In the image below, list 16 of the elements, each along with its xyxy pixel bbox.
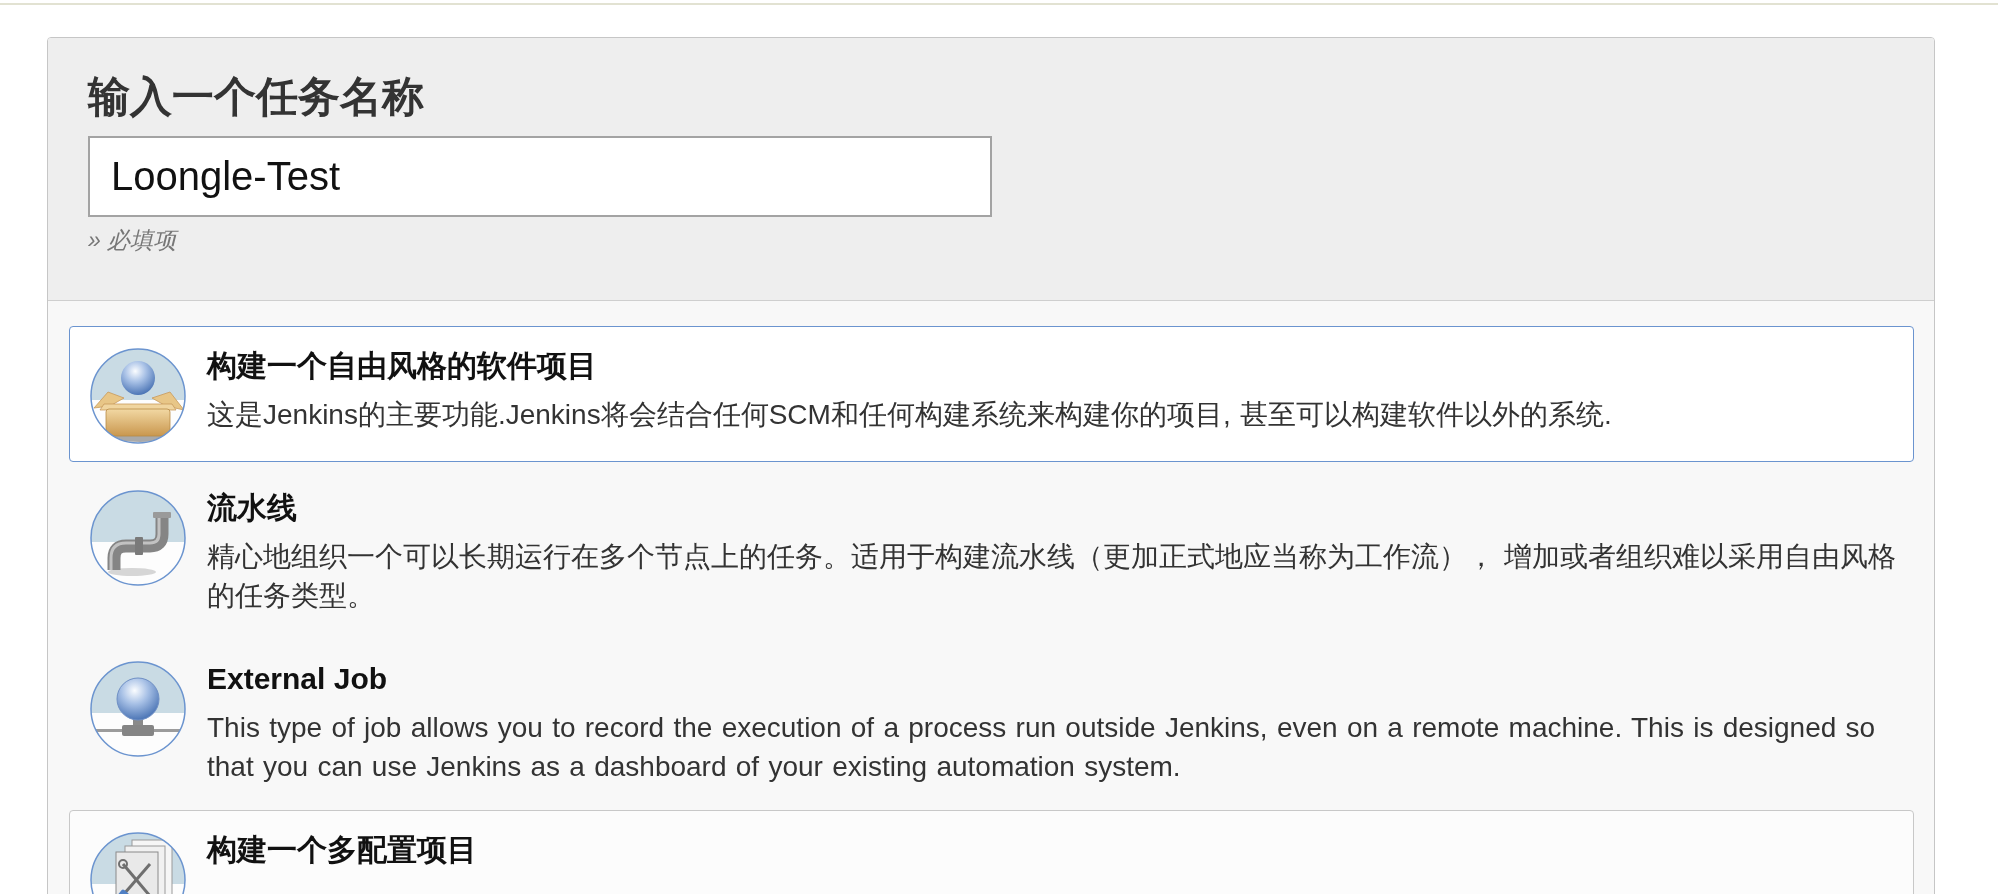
- section-heading: 输入一个任务名称: [88, 72, 425, 122]
- required-hint: » 必填项: [88, 226, 180, 255]
- pipe-icon: [90, 490, 186, 586]
- globe-icon: [90, 661, 186, 757]
- job-name-input[interactable]: Loongle-Test: [88, 136, 992, 217]
- option-title: 构建一个多配置项目: [207, 832, 478, 868]
- option-title: 构建一个自由风格的软件项目: [207, 348, 598, 384]
- option-description: 这是Jenkins的主要功能.Jenkins将会结合任何SCM和任何构建系统来构建你的项目, 甚至可以构建软件以外的系统.: [207, 398, 1613, 432]
- job-type-option[interactable]: 流水线 精心地组织一个可以长期运行在多个节点上的任务。适用于构建流水线（更加正式地应当称为工作流）， 增加或者组织难以采用自由风格的任务类型。: [69, 468, 1914, 633]
- option-title: 流水线: [207, 490, 298, 526]
- option-title: External Job: [207, 661, 389, 697]
- option-description: 精心地组织一个可以长期运行在多个节点上的任务。适用于构建流水线（更加正式地应当称为工作流）， 增加或者组织难以采用自由风格的任务类型。: [207, 540, 1898, 613]
- job-type-option[interactable]: 构建一个多配置项目: [69, 810, 1914, 894]
- package-icon: [90, 348, 186, 444]
- option-description: This type of job allows you to record the execution of a process run outside Jenkins, even on a remote machine. This is designed so that you can use Jenkins as a dashboard of your existing automation system.: [207, 711, 1877, 784]
- job-type-option[interactable]: 构建一个自由风格的软件项目 这是Jenkins的主要功能.Jenkins将会结合任何SCM和任何构建系统来构建你的项目, 甚至可以构建软件以外的系统.: [69, 326, 1914, 462]
